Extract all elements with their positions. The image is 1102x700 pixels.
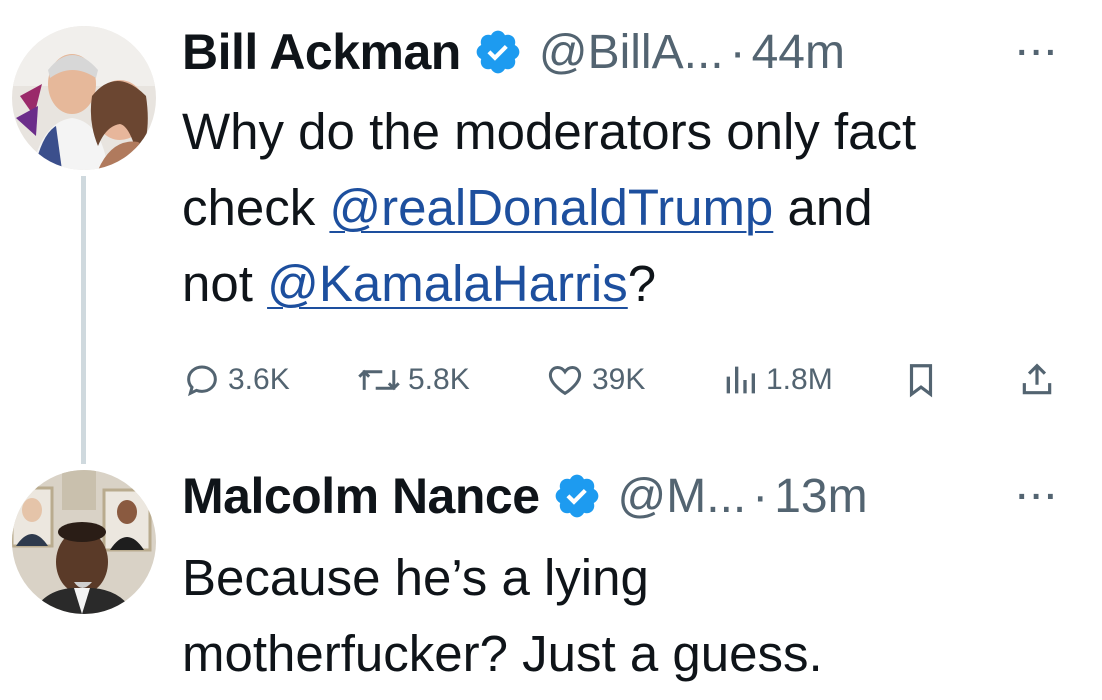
- like-icon: [548, 365, 582, 396]
- timestamp[interactable]: 44m: [752, 25, 845, 80]
- tweet-text-line-1: Because he’s a lying: [182, 549, 649, 606]
- tweet-text-line-2: motherfucker? Just a guess.: [182, 625, 823, 682]
- timestamp[interactable]: 13m: [774, 469, 867, 524]
- repost-button[interactable]: 5.8K: [356, 352, 470, 408]
- avatar-photo: [12, 470, 156, 614]
- verified-badge-icon: [555, 474, 598, 518]
- mention-link-kamalaharris[interactable]: @KamalaHarris: [267, 255, 628, 312]
- repost-icon: [358, 369, 400, 391]
- tweet-text-line-2: check @realDonaldTrump and: [182, 170, 1082, 246]
- views-button[interactable]: 1.8M: [720, 352, 833, 408]
- reply-button[interactable]: 3.6K: [182, 352, 290, 408]
- reply-count: 3.6K: [228, 363, 290, 396]
- avatar-bill-ackman[interactable]: [12, 26, 156, 170]
- views-icon: [726, 366, 755, 394]
- text-segment: ?: [627, 255, 657, 312]
- avatar-photo: [12, 26, 156, 170]
- tweet-header: Bill Ackman @BillA... · 44m: [182, 22, 845, 82]
- avatar-malcolm-nance[interactable]: [12, 470, 156, 614]
- bookmark-button[interactable]: [902, 352, 946, 408]
- bookmark-icon: [909, 364, 933, 398]
- views-count: 1.8M: [766, 363, 833, 396]
- more-icon[interactable]: ···: [1017, 478, 1060, 517]
- text-segment: and: [773, 179, 873, 236]
- share-button[interactable]: [1018, 352, 1062, 408]
- like-button[interactable]: 39K: [544, 352, 645, 408]
- reply-icon: [187, 365, 217, 397]
- author-name[interactable]: Malcolm Nance: [182, 467, 540, 525]
- tweet-text-line-1: Why do the moderators only fact: [182, 103, 917, 160]
- thread-connector-line: [81, 176, 86, 464]
- more-icon[interactable]: ···: [1017, 34, 1060, 73]
- text-segment: check: [182, 179, 330, 236]
- tweet-text: Why do the moderators only fact check @r…: [182, 94, 1082, 322]
- share-icon: [1022, 363, 1052, 395]
- separator-dot: ·: [729, 25, 746, 79]
- repost-count: 5.8K: [408, 363, 470, 396]
- tweet-text-line-3: not @KamalaHarris?: [182, 246, 1082, 322]
- action-bar: 3.6K 5.8K 39K 1.8M: [182, 352, 1062, 408]
- mention-link-realdonaldtrump[interactable]: @realDonaldTrump: [329, 179, 773, 236]
- separator-dot: ·: [752, 469, 769, 523]
- like-count: 39K: [592, 363, 646, 396]
- author-handle[interactable]: @BillA...: [539, 25, 724, 80]
- tweet-text: Because he’s a lying motherfucker? Just …: [182, 540, 1082, 692]
- author-name[interactable]: Bill Ackman: [182, 23, 461, 81]
- author-handle[interactable]: @M...: [618, 469, 747, 524]
- verified-badge-icon: [476, 30, 520, 74]
- tweet-header: Malcolm Nance @M... · 13m: [182, 466, 868, 526]
- text-segment: not: [182, 255, 268, 312]
